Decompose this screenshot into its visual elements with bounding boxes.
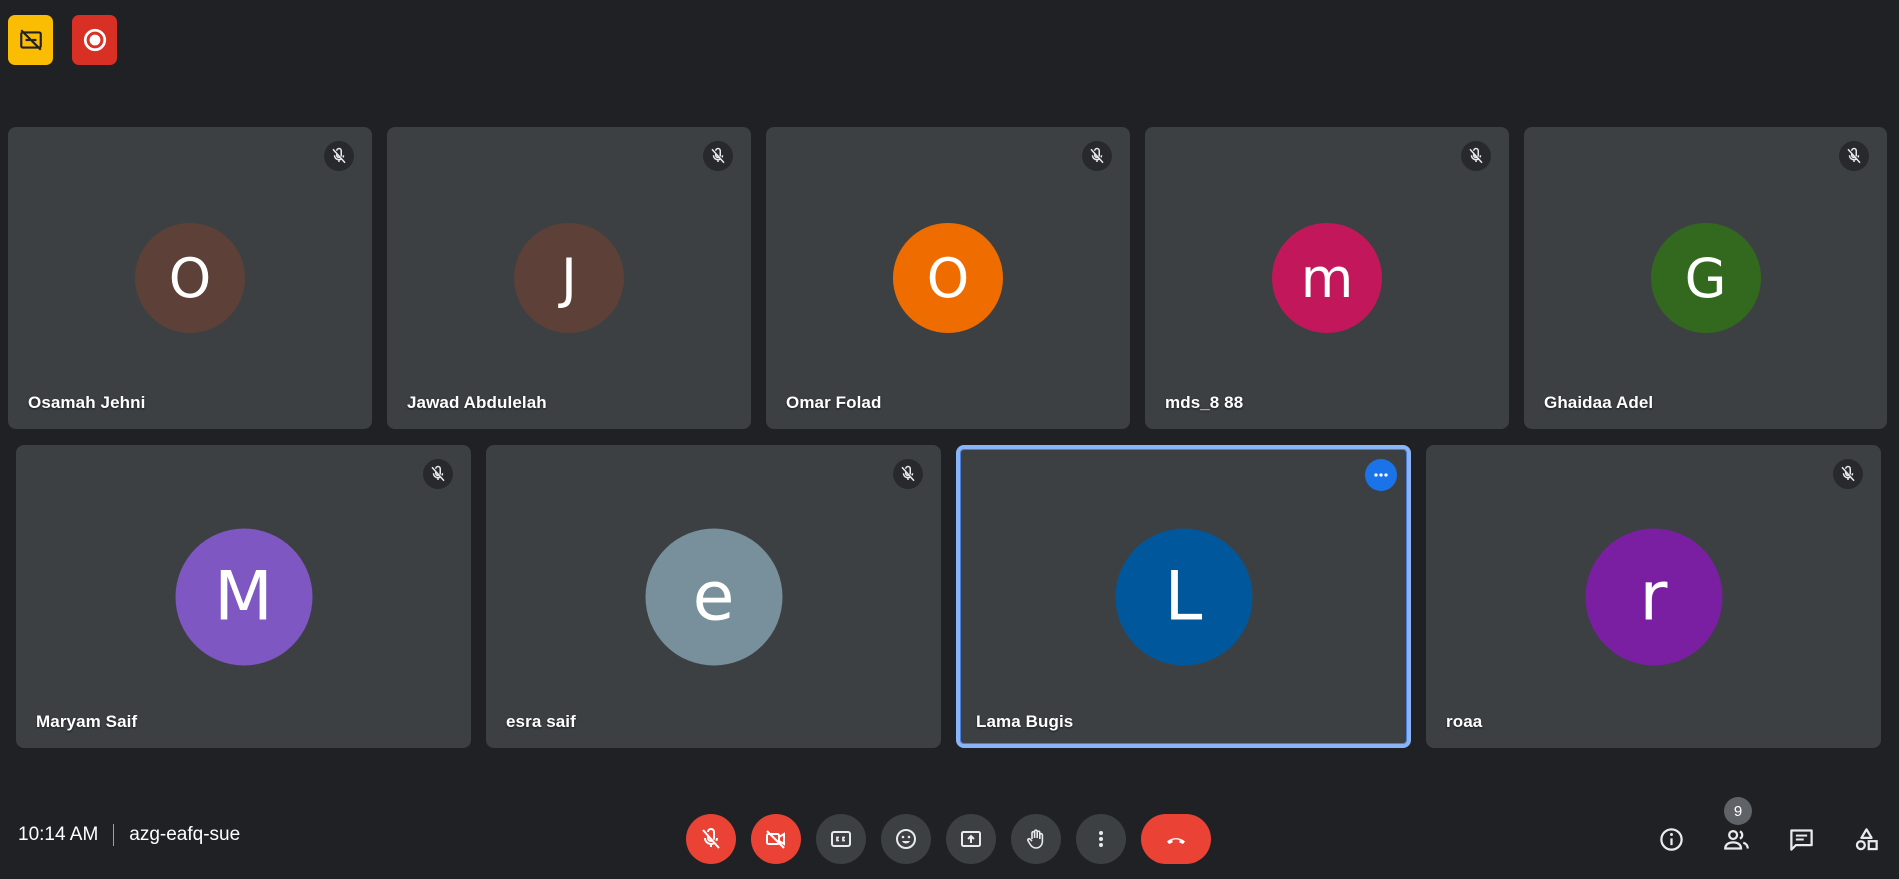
camera-toggle-button[interactable]	[751, 814, 801, 864]
call-controls	[686, 814, 1211, 864]
activities-icon	[1855, 827, 1878, 850]
participant-name: Lama Bugis	[976, 712, 1074, 731]
avatar: M	[175, 528, 312, 665]
meeting-time: 10:14 AM	[18, 824, 99, 845]
no-captions-icon	[19, 29, 42, 51]
participant-name: Osamah Jehni	[28, 393, 146, 412]
avatar: e	[645, 528, 782, 665]
recording-icon	[83, 28, 106, 52]
camera-off-icon	[766, 830, 785, 849]
meeting-code[interactable]: azg-eafq-sue	[129, 824, 240, 846]
more-options-button[interactable]	[1076, 814, 1126, 864]
chat-button[interactable]	[1776, 814, 1826, 864]
hang-up-icon	[1167, 838, 1185, 844]
muted-indicator	[1839, 141, 1869, 171]
mic-toggle-button[interactable]	[686, 814, 736, 864]
meet-window: O Osamah Jehni J Jawad Abdulelah O Omar …	[0, 0, 1899, 879]
participant-tile[interactable]: J Jawad Abdulelah	[387, 127, 751, 429]
people-icon	[1723, 829, 1749, 850]
participant-name: esra saif	[506, 712, 576, 731]
reactions-button[interactable]	[881, 814, 931, 864]
participant-tile[interactable]: O Omar Folad	[766, 127, 1130, 429]
muted-indicator	[1833, 459, 1863, 489]
chat-icon	[1789, 828, 1813, 851]
participant-tile[interactable]: e esra saif	[486, 445, 941, 748]
more-vertical-icon	[1099, 831, 1103, 847]
meeting-details-button[interactable]	[1646, 814, 1696, 864]
emoji-icon	[896, 829, 916, 849]
hand-icon	[1027, 829, 1044, 849]
side-panel-buttons: 9	[1646, 797, 1891, 864]
captions-button[interactable]	[816, 814, 866, 864]
mic-off-icon	[711, 147, 725, 164]
muted-indicator	[1082, 141, 1112, 171]
divider	[113, 824, 115, 846]
participant-name: Jawad Abdulelah	[407, 393, 547, 412]
participant-name: Maryam Saif	[36, 712, 138, 731]
muted-indicator	[893, 459, 923, 489]
people-button[interactable]: 9	[1711, 797, 1761, 864]
captions-off-indicator[interactable]	[8, 15, 53, 65]
leave-call-button[interactable]	[1141, 814, 1211, 864]
participant-tile[interactable]: m mds_8 88	[1145, 127, 1509, 429]
mic-off-icon	[901, 465, 915, 482]
more-options-button[interactable]	[1365, 459, 1397, 491]
participant-grid-row-2: M Maryam Saif e esra saif L Lama Bugis r	[0, 445, 1899, 748]
mic-off-icon	[1841, 465, 1855, 482]
participant-tile[interactable]: G Ghaidaa Adel	[1524, 127, 1887, 429]
avatar: O	[135, 223, 245, 333]
muted-indicator	[423, 459, 453, 489]
participant-name: roaa	[1446, 712, 1483, 731]
participant-name: Ghaidaa Adel	[1544, 393, 1654, 412]
muted-indicator	[1461, 141, 1491, 171]
mic-off-icon	[702, 828, 720, 849]
present-screen-button[interactable]	[946, 814, 996, 864]
activities-button[interactable]	[1841, 814, 1891, 864]
mic-off-icon	[1090, 147, 1104, 164]
more-horizontal-icon	[1374, 473, 1388, 477]
participant-name: mds_8 88	[1165, 393, 1244, 412]
present-screen-icon	[961, 831, 981, 847]
avatar: m	[1272, 223, 1382, 333]
avatar: J	[514, 223, 624, 333]
participant-name: Omar Folad	[786, 393, 882, 412]
closed-captions-icon	[831, 831, 851, 847]
mic-off-icon	[332, 147, 346, 164]
participant-tile[interactable]: O Osamah Jehni	[8, 127, 372, 429]
participant-tile[interactable]: r roaa	[1426, 445, 1881, 748]
participant-grid-row-1: O Osamah Jehni J Jawad Abdulelah O Omar …	[0, 127, 1899, 429]
avatar: O	[893, 223, 1003, 333]
mic-off-icon	[1847, 147, 1861, 164]
avatar: L	[1115, 528, 1252, 665]
participant-tile-active[interactable]: L Lama Bugis	[956, 445, 1411, 748]
meeting-info: 10:14 AM azg-eafq-sue	[18, 824, 240, 846]
muted-indicator	[703, 141, 733, 171]
raise-hand-button[interactable]	[1011, 814, 1061, 864]
recording-indicator[interactable]	[72, 15, 117, 65]
muted-indicator	[324, 141, 354, 171]
avatar: r	[1585, 528, 1722, 665]
mic-off-icon	[431, 465, 445, 482]
info-icon	[1659, 827, 1683, 851]
participant-count-badge: 9	[1724, 797, 1752, 825]
participant-tile[interactable]: M Maryam Saif	[16, 445, 471, 748]
avatar: G	[1650, 223, 1761, 333]
mic-off-icon	[1469, 147, 1483, 164]
